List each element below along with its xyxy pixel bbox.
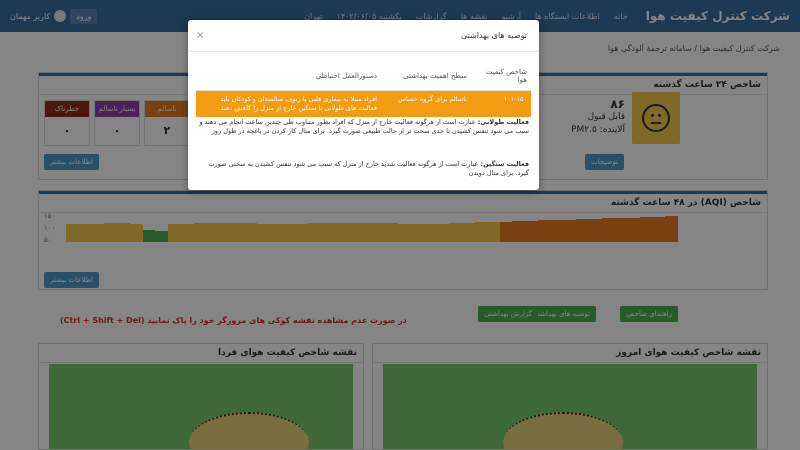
table-header: شاخص کیفیت هوا bbox=[471, 62, 531, 91]
table-header: سطح اهمیت بهداشتی bbox=[381, 62, 471, 91]
heavy-activity-title: فعالیت سنگین: bbox=[480, 160, 529, 168]
modal-header: توصیه های بهداشتی bbox=[188, 20, 539, 52]
table-header: دستورالعمل احتیاطی bbox=[196, 62, 381, 91]
long-activity-title: فعالیت طولانی: bbox=[477, 118, 529, 126]
long-activity-note: فعالیت طولانی: عبارت است از هرگونه فعالی… bbox=[198, 118, 529, 136]
health-advice-table: شاخص کیفیت هوا سطح اهمیت بهداشتی دستورال… bbox=[196, 62, 531, 117]
aqi-range-cell: ۱۰۱-۱۵۰ bbox=[471, 90, 531, 117]
modal-title: توصیه های بهداشتی bbox=[461, 31, 527, 40]
close-icon[interactable]: × bbox=[196, 30, 204, 41]
heavy-activity-note: فعالیت سنگین: عبارت است از هرگونه فعالیت… bbox=[198, 160, 529, 178]
advice-cell: افراد مبتلا به بیماری قلبی یا ریوی، سالم… bbox=[196, 90, 381, 117]
health-advice-modal: توصیه های بهداشتی × شاخص کیفیت هوا سطح ا… bbox=[188, 20, 539, 190]
table-row: ۱۰۱-۱۵۰ ناسالم برای گروه حساس افراد مبتل… bbox=[196, 90, 531, 117]
health-level-cell: ناسالم برای گروه حساس bbox=[381, 90, 471, 117]
